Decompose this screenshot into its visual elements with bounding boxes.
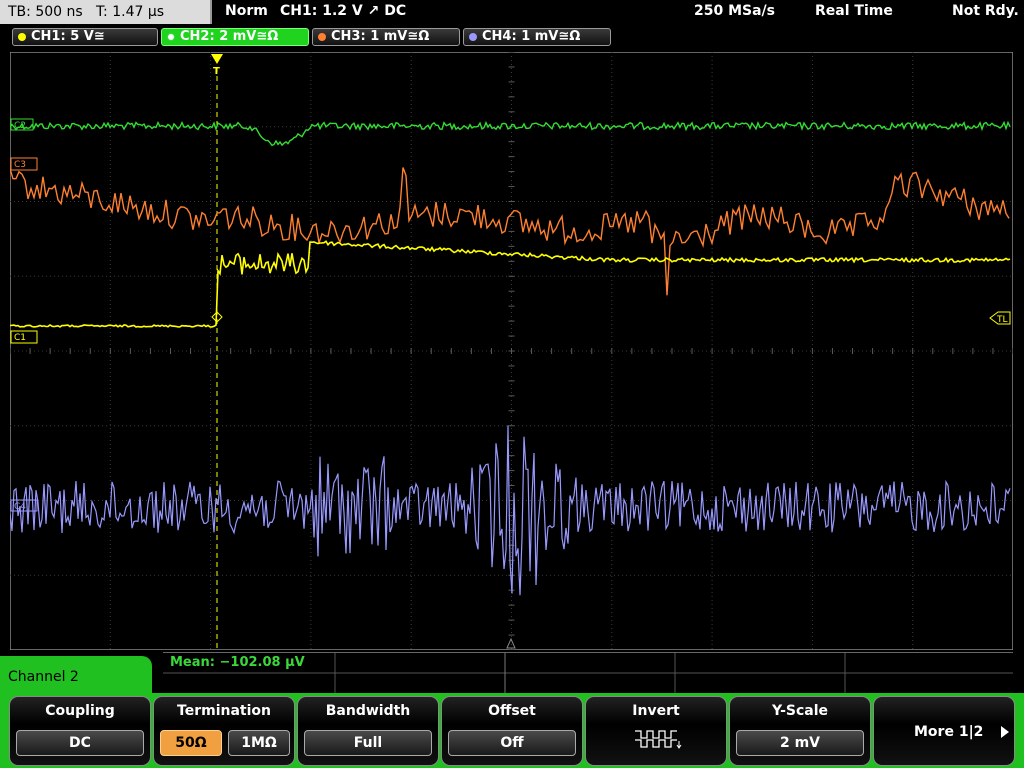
trigger-position-value: T: 1.47 µs bbox=[96, 4, 165, 20]
yscale-label: Y-Scale bbox=[771, 703, 828, 719]
measurement-mean: Mean: −102.08 µV bbox=[170, 655, 305, 670]
status-bar: TB: 500 ns T: 1.47 µs Norm CH1: 1.2 V ↗ … bbox=[0, 0, 1024, 26]
channel-tab-ch3[interactable]: CH3: 1 mV≅Ω bbox=[312, 28, 460, 46]
channel-tab-label: CH4: 1 mV≅Ω bbox=[482, 29, 581, 44]
trigger-mode[interactable]: Norm bbox=[225, 3, 268, 19]
channel-tab-ch2[interactable]: CH2: 2 mV≅Ω bbox=[161, 28, 309, 46]
menu-title: Channel 2 bbox=[8, 669, 79, 685]
termination-softkey[interactable]: Termination 50Ω 1MΩ bbox=[153, 696, 295, 766]
ch4-color-dot bbox=[469, 33, 477, 41]
bandwidth-softkey[interactable]: Bandwidth Full bbox=[297, 696, 439, 766]
yscale-value[interactable]: 2 mV bbox=[736, 730, 864, 756]
bandwidth-value[interactable]: Full bbox=[304, 730, 432, 756]
timebase-box[interactable]: TB: 500 ns T: 1.47 µs bbox=[0, 0, 212, 24]
termination-50ohm-option[interactable]: 50Ω bbox=[160, 730, 222, 756]
channel-tab-label: CH2: 2 mV≅Ω bbox=[180, 29, 279, 44]
trigger-setting[interactable]: CH1: 1.2 V ↗ DC bbox=[280, 3, 406, 19]
invert-waveform-icon bbox=[635, 730, 682, 749]
ch1-color-dot bbox=[18, 33, 26, 41]
next-page-icon bbox=[1001, 726, 1009, 738]
offset-label: Offset bbox=[488, 703, 536, 719]
offset-value[interactable]: Off bbox=[448, 730, 576, 756]
termination-1mohm-option[interactable]: 1MΩ bbox=[228, 730, 290, 756]
termination-label: Termination bbox=[177, 703, 271, 719]
ch2-marker-label: C2 bbox=[14, 121, 26, 131]
waveform-display[interactable]: C2 C3 C1 C4 TL T bbox=[10, 52, 1013, 650]
ch4-marker-label: C4 bbox=[14, 502, 26, 512]
invert-softkey[interactable]: Invert bbox=[585, 696, 727, 766]
channel-tab-label: CH3: 1 mV≅Ω bbox=[331, 29, 430, 44]
offset-softkey[interactable]: Offset Off bbox=[441, 696, 583, 766]
coupling-softkey[interactable]: Coupling DC bbox=[9, 696, 151, 766]
ch3-color-dot bbox=[318, 33, 326, 41]
ch1-marker-label: C1 bbox=[14, 333, 26, 343]
coupling-value[interactable]: DC bbox=[16, 730, 144, 756]
channel-tab-label: CH1: 5 V≅ bbox=[31, 29, 105, 44]
bandwidth-label: Bandwidth bbox=[325, 703, 411, 719]
more-label: More 1|2 bbox=[914, 724, 984, 740]
trigger-position-label: T bbox=[213, 66, 220, 77]
trigger-level-label: TL bbox=[996, 315, 1008, 325]
ch3-marker-label: C3 bbox=[14, 160, 26, 170]
sample-rate: 250 MSa/s bbox=[694, 3, 776, 19]
timebase-value: TB: 500 ns bbox=[8, 4, 83, 20]
coupling-label: Coupling bbox=[45, 703, 115, 719]
ch2-color-dot bbox=[167, 33, 175, 41]
invert-label: Invert bbox=[632, 703, 680, 719]
acquisition-mode: Real Time bbox=[815, 3, 893, 19]
yscale-softkey[interactable]: Y-Scale 2 mV bbox=[729, 696, 871, 766]
channel-tab-ch4[interactable]: CH4: 1 mV≅Ω bbox=[463, 28, 611, 46]
trigger-state: Not Rdy. bbox=[952, 3, 1019, 19]
channel-tab-ch1[interactable]: CH1: 5 V≅ bbox=[12, 28, 158, 46]
more-softkey[interactable]: More 1|2 bbox=[873, 696, 1015, 766]
